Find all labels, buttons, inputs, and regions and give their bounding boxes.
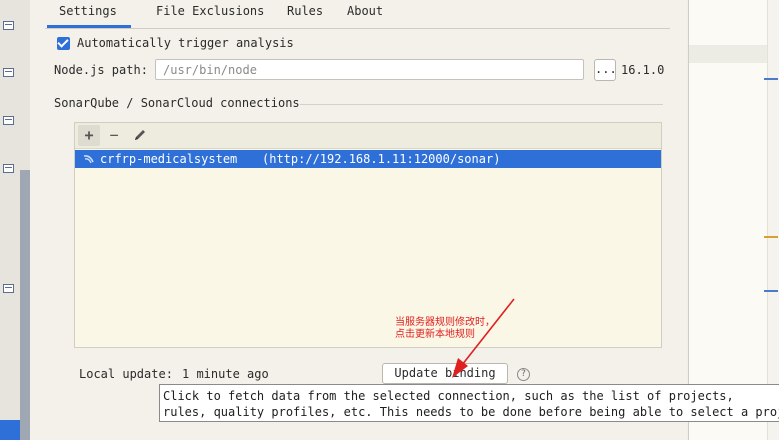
error-stripe-mark[interactable] bbox=[764, 78, 778, 80]
annotation-line: 点击更新本地规则 bbox=[395, 329, 475, 340]
tab-settings[interactable]: Settings bbox=[47, 3, 131, 28]
local-update-value: 1 minute ago bbox=[182, 367, 269, 381]
fold-icon[interactable] bbox=[3, 284, 14, 293]
tab-file-exclusions[interactable]: File Exclusions bbox=[156, 3, 264, 25]
sonar-icon bbox=[83, 155, 94, 164]
fold-icon[interactable] bbox=[3, 164, 14, 173]
fold-icon[interactable] bbox=[3, 21, 14, 30]
auto-trigger-checkbox[interactable] bbox=[57, 37, 70, 50]
tooltip-line: rules, quality profiles, etc. This needs… bbox=[163, 405, 779, 419]
update-binding-tooltip: Click to fetch data from the selected co… bbox=[159, 384, 779, 422]
editor-background bbox=[688, 0, 779, 440]
settings-tabs: Settings File Exclusions Rules About bbox=[45, 0, 670, 29]
update-binding-button[interactable]: Update binding bbox=[382, 363, 508, 384]
gutter-scroll-strip bbox=[20, 170, 30, 440]
connection-row[interactable]: crfrp-medicalsystem (http://192.168.1.11… bbox=[75, 150, 661, 168]
fold-icon[interactable] bbox=[3, 116, 14, 125]
nodejs-version: 16.1.0 bbox=[621, 63, 665, 77]
gutter-selection-marker bbox=[0, 420, 20, 440]
local-update-label: Local update: bbox=[79, 367, 173, 381]
tab-about[interactable]: About bbox=[347, 3, 383, 25]
add-connection-button[interactable]: + bbox=[78, 125, 100, 146]
question-icon[interactable]: ? bbox=[517, 368, 530, 381]
fold-icon[interactable] bbox=[3, 68, 14, 77]
annotation-line: 当服务器规则修改时， bbox=[395, 317, 495, 328]
error-stripe-mark[interactable] bbox=[764, 290, 778, 292]
tooltip-line: Click to fetch data from the selected co… bbox=[163, 389, 734, 403]
red-annotation-note: 当服务器规则修改时， 点击更新本地规则 bbox=[395, 317, 495, 341]
edit-connection-button[interactable] bbox=[129, 125, 151, 146]
error-stripe-mark[interactable] bbox=[764, 236, 778, 238]
pencil-icon bbox=[135, 130, 145, 140]
sonarlint-settings-panel: Settings File Exclusions Rules About Aut… bbox=[30, 0, 687, 440]
connection-url: (http://192.168.1.11:12000/sonar) bbox=[262, 152, 501, 166]
editor-line-highlight bbox=[689, 45, 779, 63]
editor-scroll-rail[interactable] bbox=[767, 0, 779, 440]
connections-list: + − crfrp-medicalsystem (http://192.168.… bbox=[74, 122, 662, 348]
section-divider bbox=[300, 104, 663, 105]
connections-section-title: SonarQube / SonarCloud connections bbox=[54, 96, 300, 110]
auto-trigger-label[interactable]: Automatically trigger analysis bbox=[77, 35, 294, 51]
tab-rules[interactable]: Rules bbox=[287, 3, 323, 25]
connection-name: crfrp-medicalsystem bbox=[100, 152, 238, 166]
remove-connection-button[interactable]: − bbox=[103, 125, 125, 146]
nodejs-path-input[interactable]: /usr/bin/node bbox=[155, 59, 584, 80]
browse-button[interactable]: ... bbox=[594, 59, 617, 81]
connections-toolbar: + − bbox=[75, 123, 661, 149]
ide-gutter bbox=[0, 0, 31, 440]
nodejs-path-label: Node.js path: bbox=[54, 63, 148, 77]
